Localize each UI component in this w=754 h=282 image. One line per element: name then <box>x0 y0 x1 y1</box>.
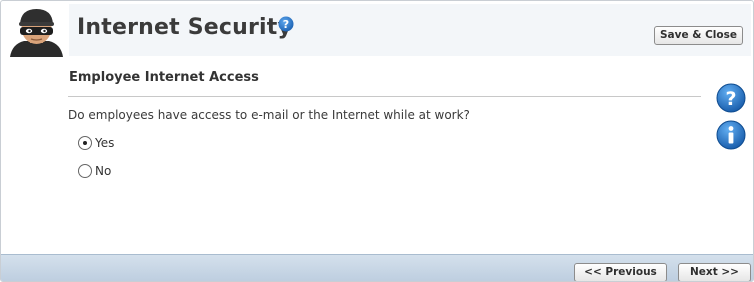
save-close-button[interactable]: Save & Close <box>654 26 743 45</box>
wizard-panel: Internet Security ? Save & Close Employe… <box>0 0 754 282</box>
next-button[interactable]: Next >> <box>678 263 751 281</box>
burglar-mask-avatar-icon <box>10 9 63 57</box>
footer-bar: << Previous Next >> <box>1 254 753 281</box>
section-divider <box>68 96 701 97</box>
option-label-no: No <box>95 164 112 178</box>
svg-text:?: ? <box>283 18 289 31</box>
radio-no[interactable] <box>78 164 92 178</box>
option-yes[interactable]: Yes <box>78 135 114 151</box>
question-text: Do employees have access to e-mail or th… <box>68 108 470 122</box>
help-icon[interactable]: ? <box>716 83 746 113</box>
previous-button[interactable]: << Previous <box>574 263 667 281</box>
question-mark-icon[interactable]: ? <box>278 16 294 32</box>
svg-text:?: ? <box>725 88 736 110</box>
page-title: Internet Security <box>77 15 293 40</box>
info-icon[interactable] <box>716 120 746 150</box>
option-label-yes: Yes <box>95 136 115 150</box>
option-no[interactable]: No <box>78 163 111 179</box>
section-title: Employee Internet Access <box>69 70 259 85</box>
radio-yes[interactable] <box>78 136 92 150</box>
